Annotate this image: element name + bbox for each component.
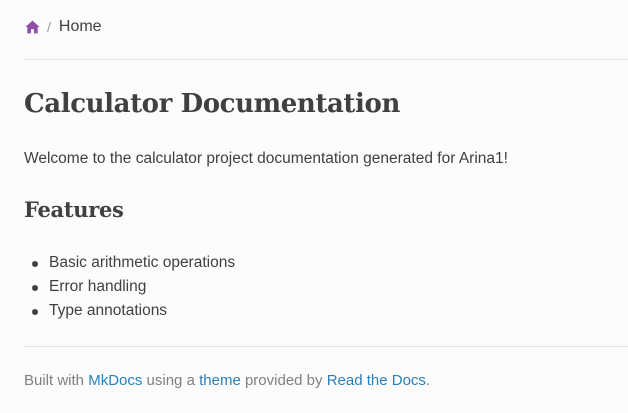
footer-period: .	[425, 372, 431, 389]
breadcrumb-separator: /	[47, 19, 51, 35]
breadcrumb: / Home	[24, 16, 102, 38]
footer-using-a: using a	[142, 372, 200, 389]
intro-paragraph: Welcome to the calculator project docume…	[24, 150, 508, 167]
read-the-docs-link[interactable]: Read the Docs	[327, 372, 426, 389]
breadcrumb-current: Home	[58, 18, 102, 35]
home-icon[interactable]	[24, 19, 40, 35]
home-icon-glyph	[24, 20, 40, 34]
breadcrumb-divider	[24, 59, 628, 60]
footer-divider	[24, 346, 628, 347]
page-title: Calculator Documentation	[24, 89, 400, 119]
main-content: / Home Calculator Documentation Welcome …	[0, 0, 628, 413]
mkdocs-link[interactable]: MkDocs	[88, 372, 142, 389]
features-list: Basic arithmetic operations Error handli…	[24, 251, 235, 323]
list-item: Basic arithmetic operations	[31, 251, 235, 275]
footer-provided-by: provided by	[240, 372, 327, 389]
footer-built-with: Built with	[24, 372, 89, 389]
footer: Built with MkDocs using a theme provided…	[24, 370, 430, 392]
features-heading: Features	[24, 197, 124, 222]
list-item: Type annotations	[31, 299, 235, 323]
theme-link[interactable]: theme	[199, 372, 241, 389]
list-item: Error handling	[31, 275, 235, 299]
